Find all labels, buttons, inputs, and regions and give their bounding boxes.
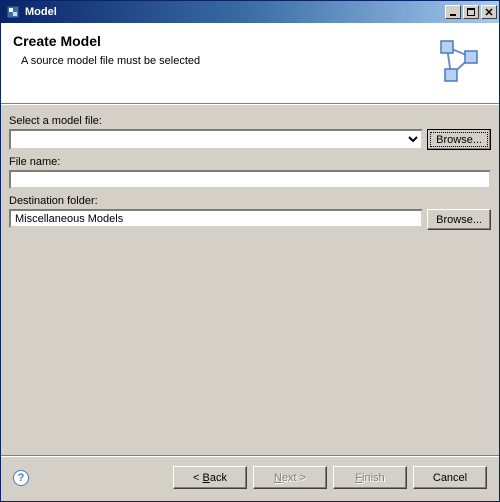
dialog-window: Model Create Model A source model file m… (0, 0, 500, 502)
titlebar: Model (1, 1, 499, 23)
next-button: Next > (253, 466, 327, 489)
model-file-combo[interactable] (9, 129, 423, 150)
select-model-label: Select a model file: (9, 115, 491, 127)
maximize-button[interactable] (463, 5, 479, 19)
back-button[interactable]: < Back (173, 466, 247, 489)
window-controls (445, 5, 497, 19)
footer: ? < Back Next > Finish Cancel (1, 455, 499, 501)
destination-label: Destination folder: (9, 195, 491, 207)
header-text: Create Model A source model file must be… (13, 33, 431, 67)
app-icon (5, 4, 21, 20)
help-icon[interactable]: ? (13, 470, 29, 486)
finish-button: Finish (333, 466, 407, 489)
window-title: Model (25, 6, 445, 18)
page-title: Create Model (13, 33, 431, 49)
file-name-input[interactable] (9, 170, 491, 189)
page-subtitle: A source model file must be selected (21, 55, 431, 67)
cancel-button[interactable]: Cancel (413, 466, 487, 489)
browse-model-button[interactable]: Browse... (427, 129, 491, 150)
destination-row: Browse... (9, 209, 491, 230)
close-button[interactable] (481, 5, 497, 19)
model-file-combo-wrap (9, 129, 423, 150)
file-name-label: File name: (9, 156, 491, 168)
file-name-row (9, 170, 491, 189)
model-wizard-icon (431, 33, 487, 89)
form-area: Select a model file: Browse... File name… (1, 105, 499, 455)
browse-destination-button[interactable]: Browse... (427, 209, 491, 230)
select-model-row: Browse... (9, 129, 491, 150)
minimize-button[interactable] (445, 5, 461, 19)
header-panel: Create Model A source model file must be… (1, 23, 499, 103)
destination-input[interactable] (9, 209, 423, 228)
